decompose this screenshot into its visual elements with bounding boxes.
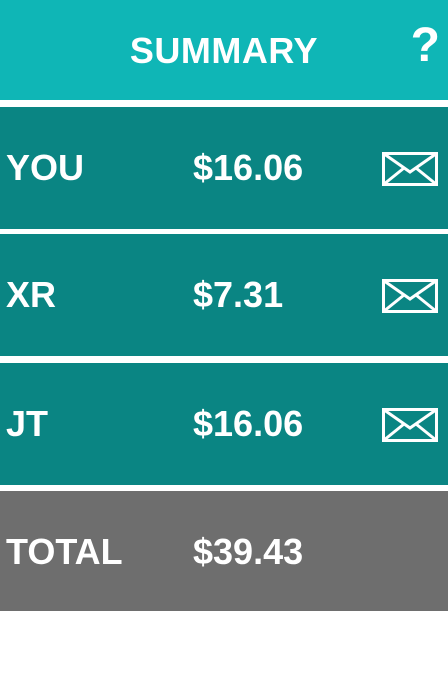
envelope-icon[interactable]: [382, 279, 438, 313]
total-label: TOTAL: [6, 531, 123, 572]
envelope-icon[interactable]: [382, 408, 438, 442]
person-row-jt: JT $16.06: [0, 363, 448, 485]
summary-header: SUMMARY ?: [0, 0, 448, 100]
person-name: XR: [6, 274, 57, 315]
page-title: SUMMARY: [129, 30, 319, 71]
help-button[interactable]: ?: [411, 22, 440, 70]
envelope-icon[interactable]: [382, 152, 438, 186]
person-name: JT: [6, 403, 49, 444]
person-name: YOU: [6, 147, 85, 188]
person-amount: $16.06: [193, 403, 304, 444]
total-row: TOTAL $39.43: [0, 491, 448, 611]
person-amount: $7.31: [193, 274, 284, 315]
person-amount: $16.06: [193, 147, 304, 188]
person-row-xr: XR $7.31: [0, 234, 448, 356]
person-row-you: YOU $16.06: [0, 107, 448, 229]
total-amount: $39.43: [193, 531, 304, 572]
